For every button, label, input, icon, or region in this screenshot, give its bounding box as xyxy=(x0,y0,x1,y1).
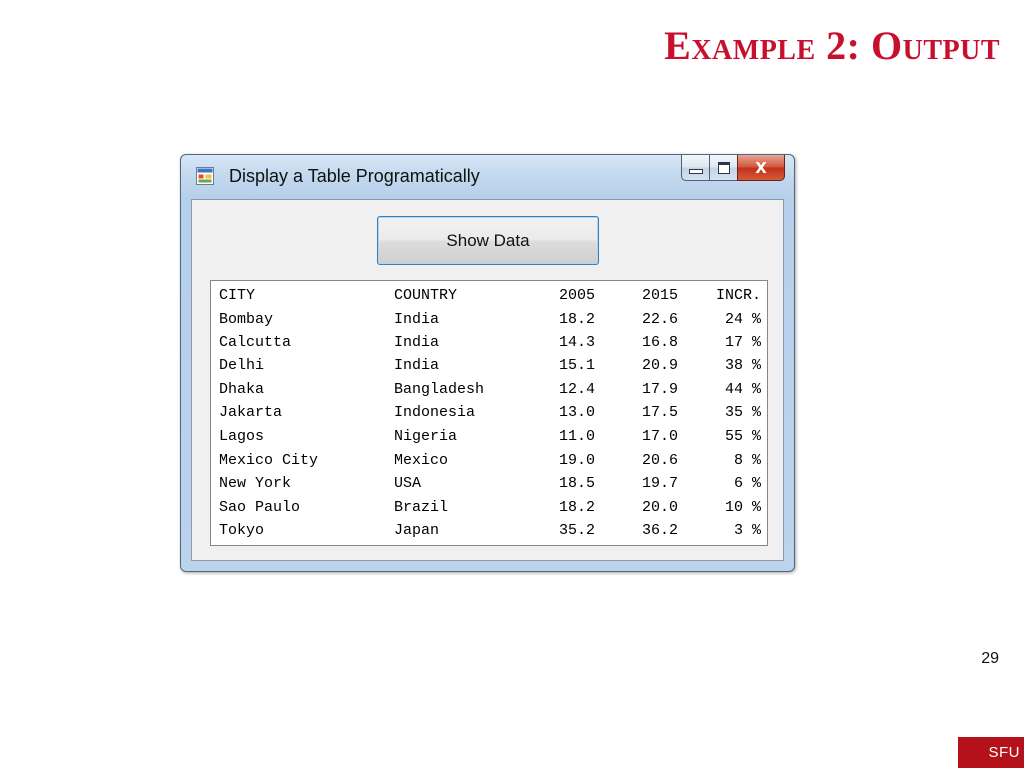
header-2015: 2015 xyxy=(641,287,678,304)
cell-city: Dhaka xyxy=(219,381,265,398)
table-row: Calcutta India 14.3 16.8 17 % xyxy=(211,331,767,355)
cell-country: Mexico xyxy=(394,452,449,469)
table-row: New York USA 18.5 19.7 6 % xyxy=(211,472,767,496)
table-row: Lagos Nigeria 11.0 17.0 55 % xyxy=(211,425,767,449)
cell-city: Calcutta xyxy=(219,334,292,351)
cell-2015: 17.5 xyxy=(641,404,678,421)
cell-city: New York xyxy=(219,475,292,492)
cell-2015: 20.6 xyxy=(641,452,678,469)
cell-city: Delhi xyxy=(219,357,265,374)
table-row: Bombay India 18.2 22.6 24 % xyxy=(211,308,767,332)
cell-incr: 3 % xyxy=(733,522,761,539)
cell-incr: 55 % xyxy=(724,428,761,445)
cell-country: India xyxy=(394,311,440,328)
cell-2005: 18.5 xyxy=(558,475,595,492)
table-row: Tokyo Japan 35.2 36.2 3 % xyxy=(211,519,767,543)
page-number: 29 xyxy=(981,650,999,667)
cell-2005: 12.4 xyxy=(558,381,595,398)
close-icon: X xyxy=(755,158,767,177)
cell-country: Bangladesh xyxy=(394,381,485,398)
cell-2015: 36.2 xyxy=(641,522,678,539)
cell-2005: 35.2 xyxy=(558,522,595,539)
cell-2015: 17.9 xyxy=(641,381,678,398)
cell-country: USA xyxy=(394,475,422,492)
cell-city: Jakarta xyxy=(219,404,283,421)
form-client-area: Show Data CITY COUNTRY 2005 2015 INCR. B… xyxy=(191,199,784,561)
cell-2015: 19.7 xyxy=(641,475,678,492)
cell-country: India xyxy=(394,334,440,351)
cell-2015: 16.8 xyxy=(641,334,678,351)
cell-2005: 18.2 xyxy=(558,499,595,516)
table-header-row: CITY COUNTRY 2005 2015 INCR. xyxy=(211,284,767,308)
cell-incr: 44 % xyxy=(724,381,761,398)
cell-incr: 17 % xyxy=(724,334,761,351)
table-row: Delhi India 15.1 20.9 38 % xyxy=(211,354,767,378)
cell-incr: 10 % xyxy=(724,499,761,516)
minimize-icon xyxy=(688,169,703,174)
table-row: Dhaka Bangladesh 12.4 17.9 44 % xyxy=(211,378,767,402)
cell-2005: 13.0 xyxy=(558,404,595,421)
cell-2005: 18.2 xyxy=(558,311,595,328)
cell-city: Sao Paulo xyxy=(219,499,301,516)
cell-2005: 15.1 xyxy=(558,357,595,374)
app-form-icon xyxy=(196,167,214,185)
cell-incr: 38 % xyxy=(724,357,761,374)
cell-2005: 19.0 xyxy=(558,452,595,469)
sfu-logo: SFU xyxy=(958,737,1024,768)
cell-2015: 20.9 xyxy=(641,357,678,374)
cell-country: Japan xyxy=(394,522,440,539)
cell-city: Lagos xyxy=(219,428,265,445)
cell-country: Indonesia xyxy=(394,404,476,421)
header-city: CITY xyxy=(219,287,256,304)
cell-2005: 11.0 xyxy=(558,428,595,445)
cell-incr: 6 % xyxy=(733,475,761,492)
window-titlebar[interactable]: Display a Table Programatically X xyxy=(181,155,794,199)
cell-incr: 8 % xyxy=(733,452,761,469)
slide-title: Example 2: Output xyxy=(664,23,1000,68)
table-row: Mexico City Mexico 19.0 20.6 8 % xyxy=(211,449,767,473)
table-output-box[interactable]: CITY COUNTRY 2005 2015 INCR. Bombay Indi… xyxy=(210,280,768,546)
cell-country: Brazil xyxy=(394,499,449,516)
table-row: Sao Paulo Brazil 18.2 20.0 10 % xyxy=(211,496,767,520)
maximize-icon xyxy=(717,161,730,174)
cell-2015: 17.0 xyxy=(641,428,678,445)
cell-2005: 14.3 xyxy=(558,334,595,351)
maximize-button[interactable] xyxy=(709,155,737,181)
cell-2015: 20.0 xyxy=(641,499,678,516)
close-button[interactable]: X xyxy=(737,155,785,181)
app-window: Display a Table Programatically X Show D… xyxy=(180,154,795,572)
cell-incr: 24 % xyxy=(724,311,761,328)
cell-city: Mexico City xyxy=(219,452,319,469)
cell-2015: 22.6 xyxy=(641,311,678,328)
cell-city: Bombay xyxy=(219,311,274,328)
cell-incr: 35 % xyxy=(724,404,761,421)
cell-country: India xyxy=(394,357,440,374)
header-incr: INCR. xyxy=(715,287,761,304)
window-title: Display a Table Programatically xyxy=(229,166,480,186)
cell-country: Nigeria xyxy=(394,428,458,445)
show-data-button[interactable]: Show Data xyxy=(377,216,599,265)
caption-buttons: X xyxy=(681,155,785,181)
minimize-button[interactable] xyxy=(681,155,709,181)
table-row: Jakarta Indonesia 13.0 17.5 35 % xyxy=(211,401,767,425)
header-2005: 2005 xyxy=(558,287,595,304)
cell-city: Tokyo xyxy=(219,522,265,539)
header-country: COUNTRY xyxy=(394,287,458,304)
